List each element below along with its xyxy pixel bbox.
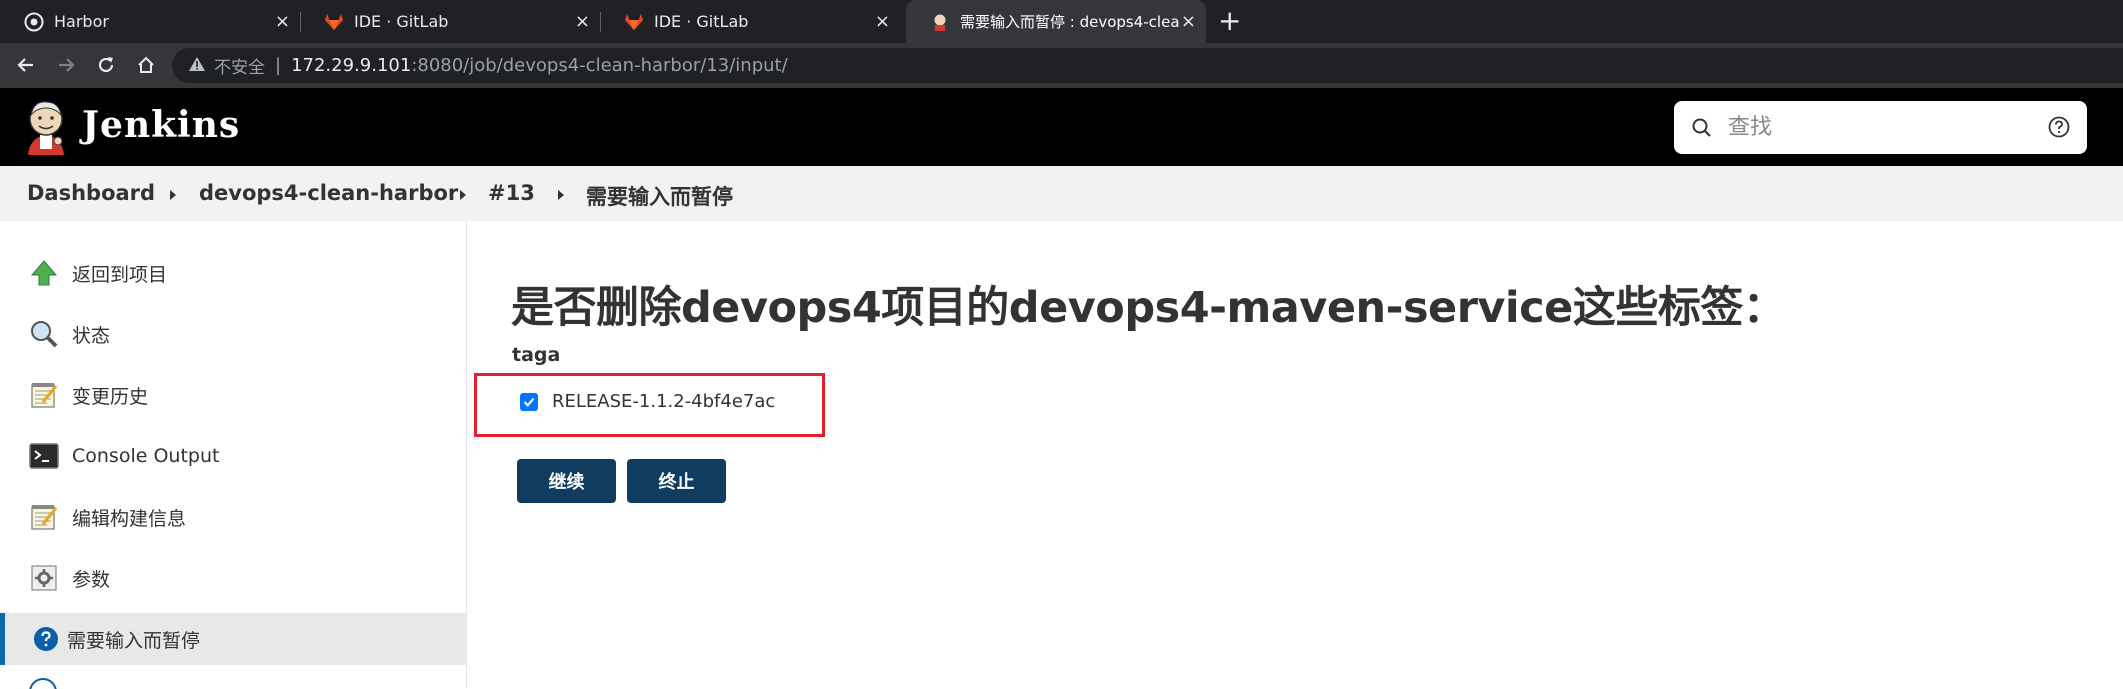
home-icon[interactable] [132,51,160,79]
check-icon [523,397,535,407]
search-input[interactable] [1728,112,2028,143]
sidebar-item-label: 变更历史 [72,385,149,408]
jenkins-header: Jenkins [0,88,2123,166]
side-panel: 返回到项目 状态 变更历史 Console Output 编辑构建信息 参数 需… [0,221,467,689]
browser-tab-gitlab-2[interactable]: IDE · GitLab × [600,0,900,43]
tab-title: IDE · GitLab [654,12,749,31]
sidebar-item-label: 需要输入而暂停 [67,629,201,652]
harbor-icon [24,12,44,32]
jenkins-icon [930,12,950,32]
gitlab-icon [624,12,644,32]
sidebar-item-console-output[interactable]: Console Output [0,430,466,482]
tag-option-label[interactable]: RELEASE-1.1.2-4bf4e7ac [552,391,775,412]
reload-icon[interactable] [92,51,120,79]
sidebar-item-paused-for-input[interactable]: 需要输入而暂停 [0,613,466,665]
browser-tab-harbor[interactable]: Harbor × [0,0,300,43]
tab-close-icon[interactable]: × [275,11,290,32]
terminal-icon [28,440,60,472]
url-field[interactable]: 不安全 | 172.29.9.101 :8080/job/devops4-cle… [172,48,2123,83]
up-arrow-icon [28,257,60,289]
sidebar-item-label: 返回到项目 [72,263,168,286]
tab-title: IDE · GitLab [354,12,449,31]
page-title: 是否删除devops4项目的devops4-maven-service这些标签： [511,283,1786,333]
search-icon [1690,116,1714,140]
jenkins-logo-icon[interactable] [22,97,70,157]
sidebar-item-status[interactable]: 状态 [0,308,466,360]
divider: | [275,55,282,76]
browser-tab-jenkins[interactable]: 需要输入而暂停 : devops4-clea × [906,0,1206,43]
chevron-right-icon[interactable] [558,190,564,200]
notepad-icon [28,379,60,411]
sidebar-item-parameters[interactable]: 参数 [0,552,466,604]
sidebar-item-label: 状态 [72,324,111,347]
chevron-right-icon[interactable] [460,190,466,200]
sidebar-item-label: 参数 [72,568,111,591]
sidebar-item-partial-icon [28,677,58,689]
tag-checkbox[interactable] [520,393,538,411]
browser-tab-bar: Harbor × IDE · GitLab × IDE · GitLab × 需… [0,0,2123,43]
breadcrumb-dashboard[interactable]: Dashboard [27,181,155,205]
sidebar-item-back-to-project[interactable]: 返回到项目 [0,247,466,299]
jenkins-title[interactable]: Jenkins [82,104,240,146]
magnifier-icon [28,318,60,350]
new-tab-button[interactable]: + [1218,4,1241,37]
address-bar: 不安全 | 172.29.9.101 :8080/job/devops4-cle… [0,43,2123,88]
url-host: 172.29.9.101 [291,55,412,76]
security-label[interactable]: 不安全 [214,53,265,78]
help-icon[interactable] [2047,115,2071,139]
sidebar-item-label: Console Output [72,445,220,467]
notepad-icon [28,501,60,533]
proceed-button[interactable]: 继续 [517,459,616,503]
browser-tab-gitlab-1[interactable]: IDE · GitLab × [300,0,600,43]
sidebar-item-edit-build-info[interactable]: 编辑构建信息 [0,491,466,543]
tab-close-icon[interactable]: × [875,11,890,32]
sidebar-item-changes[interactable]: 变更历史 [0,369,466,421]
tab-close-icon[interactable]: × [575,11,590,32]
url-path: :8080/job/devops4-clean-harbor/13/input/ [411,55,788,76]
parameter-name: taga [512,344,561,366]
chevron-right-icon[interactable] [170,190,176,200]
tab-title: Harbor [54,12,109,31]
breadcrumb: Dashboard devops4-clean-harbor #13 需要输入而… [0,166,2123,221]
tab-close-icon[interactable]: × [1181,11,1196,32]
tab-title: 需要输入而暂停 : devops4-clea [960,13,1180,31]
breadcrumb-job[interactable]: devops4-clean-harbor [199,181,458,205]
abort-button[interactable]: 终止 [627,459,726,503]
breadcrumb-current[interactable]: 需要输入而暂停 [586,181,733,211]
warning-icon [188,56,206,76]
back-arrow-icon[interactable] [12,51,40,79]
gitlab-icon [324,12,344,32]
breadcrumb-build[interactable]: #13 [488,181,535,205]
search-box [1674,101,2087,154]
sidebar-item-label: 编辑构建信息 [72,507,187,530]
forward-arrow-icon[interactable] [52,51,80,79]
gear-doc-icon [28,562,60,594]
help-circle-icon [30,623,62,655]
